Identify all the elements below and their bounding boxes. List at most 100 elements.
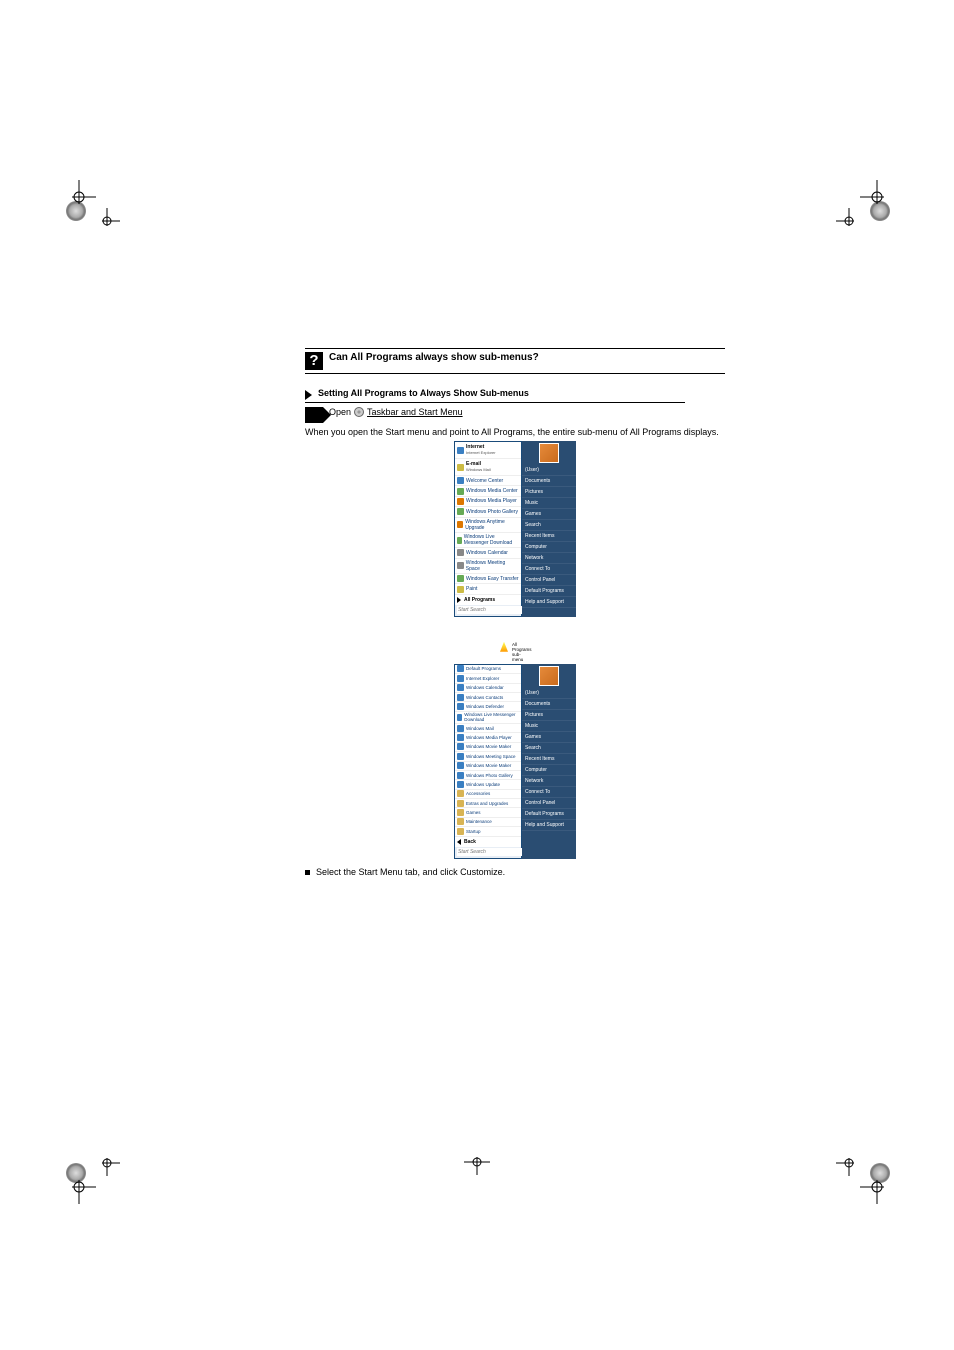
menu-item[interactable]: Pictures xyxy=(522,710,576,721)
app-icon xyxy=(457,684,464,691)
menu-item[interactable]: Music xyxy=(522,721,576,732)
search-row xyxy=(455,847,521,858)
menu-item[interactable]: Control Panel xyxy=(522,798,576,809)
menu-item[interactable]: Windows Media Player xyxy=(455,497,521,507)
folder-icon xyxy=(457,800,464,807)
folder-icon xyxy=(457,809,464,816)
menu-item[interactable]: Connect To xyxy=(522,787,576,798)
app-icon xyxy=(457,781,464,788)
all-programs-button[interactable]: All Programs xyxy=(455,595,521,605)
menu-item[interactable]: Games xyxy=(522,509,576,520)
open-label: Open xyxy=(329,407,351,417)
menu-item[interactable]: Windows Live Messenger Download xyxy=(455,712,521,724)
bullet-icon xyxy=(305,870,310,875)
menu-item[interactable]: Windows Photo Gallery xyxy=(455,507,521,517)
menu-folder[interactable]: Startup xyxy=(455,827,521,836)
menu-folder[interactable]: Games xyxy=(455,808,521,817)
app-icon xyxy=(457,665,464,672)
menu-item[interactable]: Default Programs xyxy=(522,809,576,820)
menu-item[interactable]: Games xyxy=(522,732,576,743)
menu-item[interactable]: Connect To xyxy=(522,564,576,575)
menu-item[interactable]: Control Panel xyxy=(522,575,576,586)
search-input[interactable] xyxy=(457,606,526,614)
menu-item[interactable]: Windows Anytime Upgrade xyxy=(455,518,521,533)
menu-item[interactable]: E-mailWindows Mail xyxy=(455,459,521,476)
menu-item[interactable]: Network xyxy=(522,553,576,564)
app-icon xyxy=(457,488,464,495)
crop-mark-inner xyxy=(836,208,862,234)
menu-item[interactable]: (User) xyxy=(522,465,576,476)
menu-item[interactable]: Search xyxy=(522,743,576,754)
app-icon xyxy=(457,772,464,779)
app-icon xyxy=(457,549,464,556)
note-text: When you open the Start menu and point t… xyxy=(305,427,725,437)
menu-item[interactable]: Pictures xyxy=(522,487,576,498)
menu-item[interactable]: Windows Meeting Space xyxy=(455,559,521,574)
menu-item[interactable]: Music xyxy=(522,498,576,509)
crop-mark xyxy=(62,1170,96,1204)
arrow-box-icon xyxy=(305,407,323,423)
app-icon xyxy=(457,675,464,682)
folder-icon xyxy=(457,790,464,797)
menu-item[interactable]: Documents xyxy=(522,699,576,710)
app-icon xyxy=(457,753,464,760)
menu-folder[interactable]: Maintenance xyxy=(455,818,521,827)
menu-item[interactable]: Search xyxy=(522,520,576,531)
crop-mark-center xyxy=(464,1149,490,1180)
menu-item[interactable]: Help and Support xyxy=(522,820,576,831)
menu-item[interactable]: Windows Mail xyxy=(455,724,521,733)
menu-item[interactable]: Default Programs xyxy=(522,586,576,597)
menu-item[interactable]: Windows Update xyxy=(455,780,521,789)
open-link[interactable]: Taskbar and Start Menu xyxy=(367,407,463,417)
app-icon xyxy=(457,725,464,732)
app-icon xyxy=(457,762,464,769)
menu-item[interactable]: Windows Media Player xyxy=(455,733,521,742)
menu-item[interactable]: Windows Easy Transfer xyxy=(455,574,521,584)
folder-icon xyxy=(457,818,464,825)
crop-mark-inner xyxy=(94,1150,120,1176)
app-icon xyxy=(457,714,462,721)
menu-item[interactable]: Computer xyxy=(522,765,576,776)
menu-item[interactable]: Network xyxy=(522,776,576,787)
menu-item[interactable]: Help and Support xyxy=(522,597,576,608)
menu-item[interactable]: Windows Media Center xyxy=(455,486,521,496)
crop-mark xyxy=(860,180,894,214)
menu-item[interactable]: Windows Calendar xyxy=(455,548,521,558)
crop-mark xyxy=(62,180,96,214)
crop-mark-inner xyxy=(836,1150,862,1176)
mail-icon xyxy=(457,464,464,471)
search-input[interactable] xyxy=(457,848,526,856)
menu-item[interactable]: Windows Movie Maker xyxy=(455,762,521,771)
menu-item[interactable]: (User) xyxy=(522,688,576,699)
back-button[interactable]: Back xyxy=(455,837,521,847)
start-menu: InternetInternet Explorer E-mailWindows … xyxy=(454,441,576,617)
menu-item[interactable]: Internet Explorer xyxy=(455,674,521,683)
menu-item[interactable]: Windows Contacts xyxy=(455,693,521,702)
app-icon xyxy=(457,703,464,710)
app-icon xyxy=(457,734,464,741)
menu-folder[interactable]: Accessories xyxy=(455,790,521,799)
menu-item[interactable]: Documents xyxy=(522,476,576,487)
arrow-right-icon xyxy=(457,597,461,603)
folder-icon xyxy=(457,828,464,835)
crop-mark-inner xyxy=(94,208,120,234)
menu-item[interactable]: Windows Photo Gallery xyxy=(455,771,521,780)
menu-folder[interactable]: Extras and Upgrades xyxy=(455,799,521,808)
menu-item[interactable]: Welcome Center xyxy=(455,476,521,486)
menu-item[interactable]: Windows Movie Maker xyxy=(455,743,521,752)
app-icon xyxy=(457,694,464,701)
menu-item[interactable]: Windows Live Messenger Download xyxy=(455,533,521,548)
menu-item[interactable]: Recent Items xyxy=(522,531,576,542)
menu-item[interactable]: Default Programs xyxy=(455,665,521,674)
app-icon xyxy=(457,575,464,582)
menu-item[interactable]: InternetInternet Explorer xyxy=(455,442,521,459)
menu-item[interactable]: Computer xyxy=(522,542,576,553)
menu-item[interactable]: Windows Meeting Space xyxy=(455,752,521,761)
menu-item[interactable]: Paint xyxy=(455,584,521,594)
menu-item[interactable]: Windows Defender xyxy=(455,702,521,711)
menu-item[interactable]: Windows Calendar xyxy=(455,684,521,693)
menu-item[interactable]: Recent Items xyxy=(522,754,576,765)
crop-mark xyxy=(860,1170,894,1204)
app-icon xyxy=(457,477,464,484)
avatar xyxy=(539,666,559,686)
